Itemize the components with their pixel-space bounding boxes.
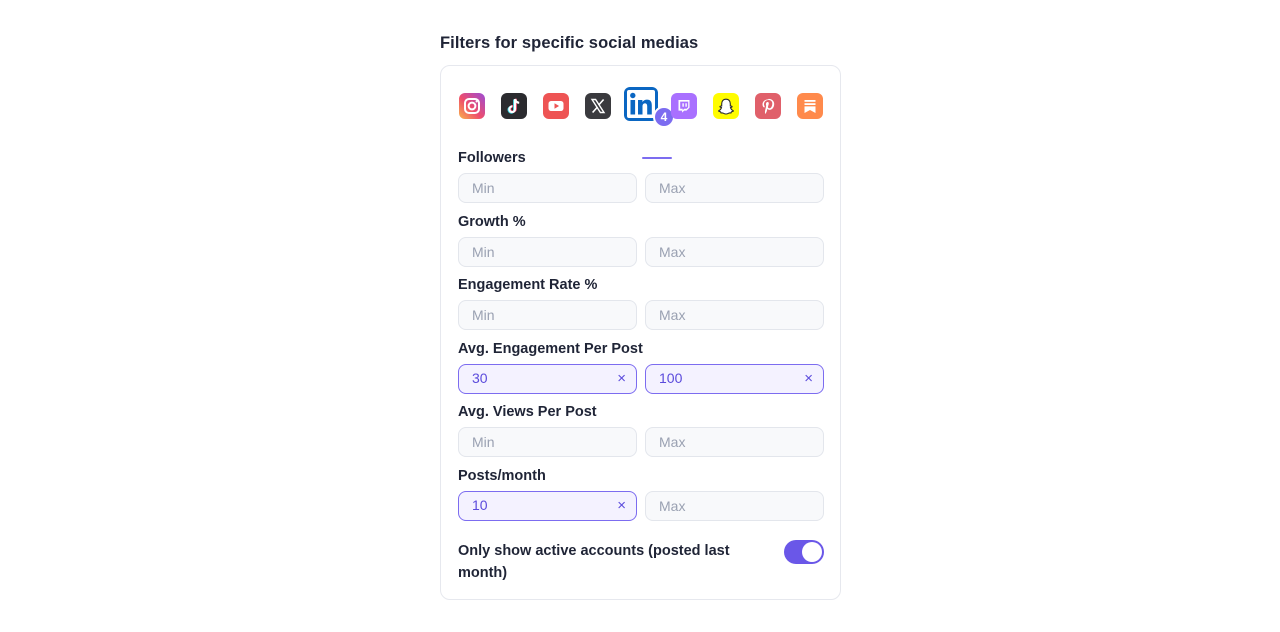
avg-views-min-input[interactable]: Min — [458, 427, 637, 457]
section-title: Filters for specific social medias — [440, 34, 699, 52]
instagram-icon — [459, 93, 485, 119]
avg-engagement-min-value: 30 — [472, 370, 488, 386]
clear-icon[interactable]: × — [617, 365, 626, 392]
tab-x[interactable] — [585, 93, 611, 119]
clear-icon[interactable]: × — [804, 365, 813, 392]
posts-month-label: Posts/month — [458, 468, 546, 484]
filters-panel: 4 Followers Min Max Growth % Min Max Eng… — [440, 65, 841, 600]
posts-month-min-input[interactable]: 10 × — [458, 491, 637, 521]
followers-min-input[interactable]: Min — [458, 173, 637, 203]
clear-icon[interactable]: × — [617, 492, 626, 519]
tiktok-icon — [501, 93, 527, 119]
avg-views-label: Avg. Views Per Post — [458, 404, 597, 420]
growth-min-input[interactable]: Min — [458, 237, 637, 267]
substack-icon — [797, 93, 823, 119]
tab-snapchat[interactable] — [713, 93, 739, 119]
snapchat-icon — [713, 93, 739, 119]
tab-instagram[interactable] — [459, 93, 485, 119]
avg-views-max-input[interactable]: Max — [645, 427, 824, 457]
tab-youtube[interactable] — [543, 93, 569, 119]
toggle-knob — [802, 542, 822, 562]
growth-max-input[interactable]: Max — [645, 237, 824, 267]
active-tab-underline — [642, 157, 672, 159]
tab-tiktok[interactable] — [501, 93, 527, 119]
tab-twitch[interactable] — [671, 93, 697, 119]
twitch-icon — [671, 93, 697, 119]
engagement-rate-min-input[interactable]: Min — [458, 300, 637, 330]
engagement-rate-label: Engagement Rate % — [458, 277, 598, 293]
followers-label: Followers — [458, 150, 526, 166]
avg-engagement-max-value: 100 — [659, 370, 683, 386]
avg-engagement-label: Avg. Engagement Per Post — [458, 341, 643, 357]
tab-substack[interactable] — [797, 93, 823, 119]
pinterest-icon — [755, 93, 781, 119]
youtube-icon — [543, 93, 569, 119]
posts-month-max-input[interactable]: Max — [645, 491, 824, 521]
active-accounts-label: Only show active accounts (posted last m… — [458, 543, 730, 581]
x-icon — [585, 93, 611, 119]
followers-max-input[interactable]: Max — [645, 173, 824, 203]
posts-month-min-value: 10 — [472, 497, 488, 513]
avg-engagement-min-input[interactable]: 30 × — [458, 364, 637, 394]
active-accounts-toggle[interactable] — [784, 540, 824, 564]
tab-pinterest[interactable] — [755, 93, 781, 119]
growth-label: Growth % — [458, 214, 526, 230]
platform-tabs: 4 — [457, 87, 827, 159]
avg-engagement-max-input[interactable]: 100 × — [645, 364, 824, 394]
engagement-rate-max-input[interactable]: Max — [645, 300, 824, 330]
